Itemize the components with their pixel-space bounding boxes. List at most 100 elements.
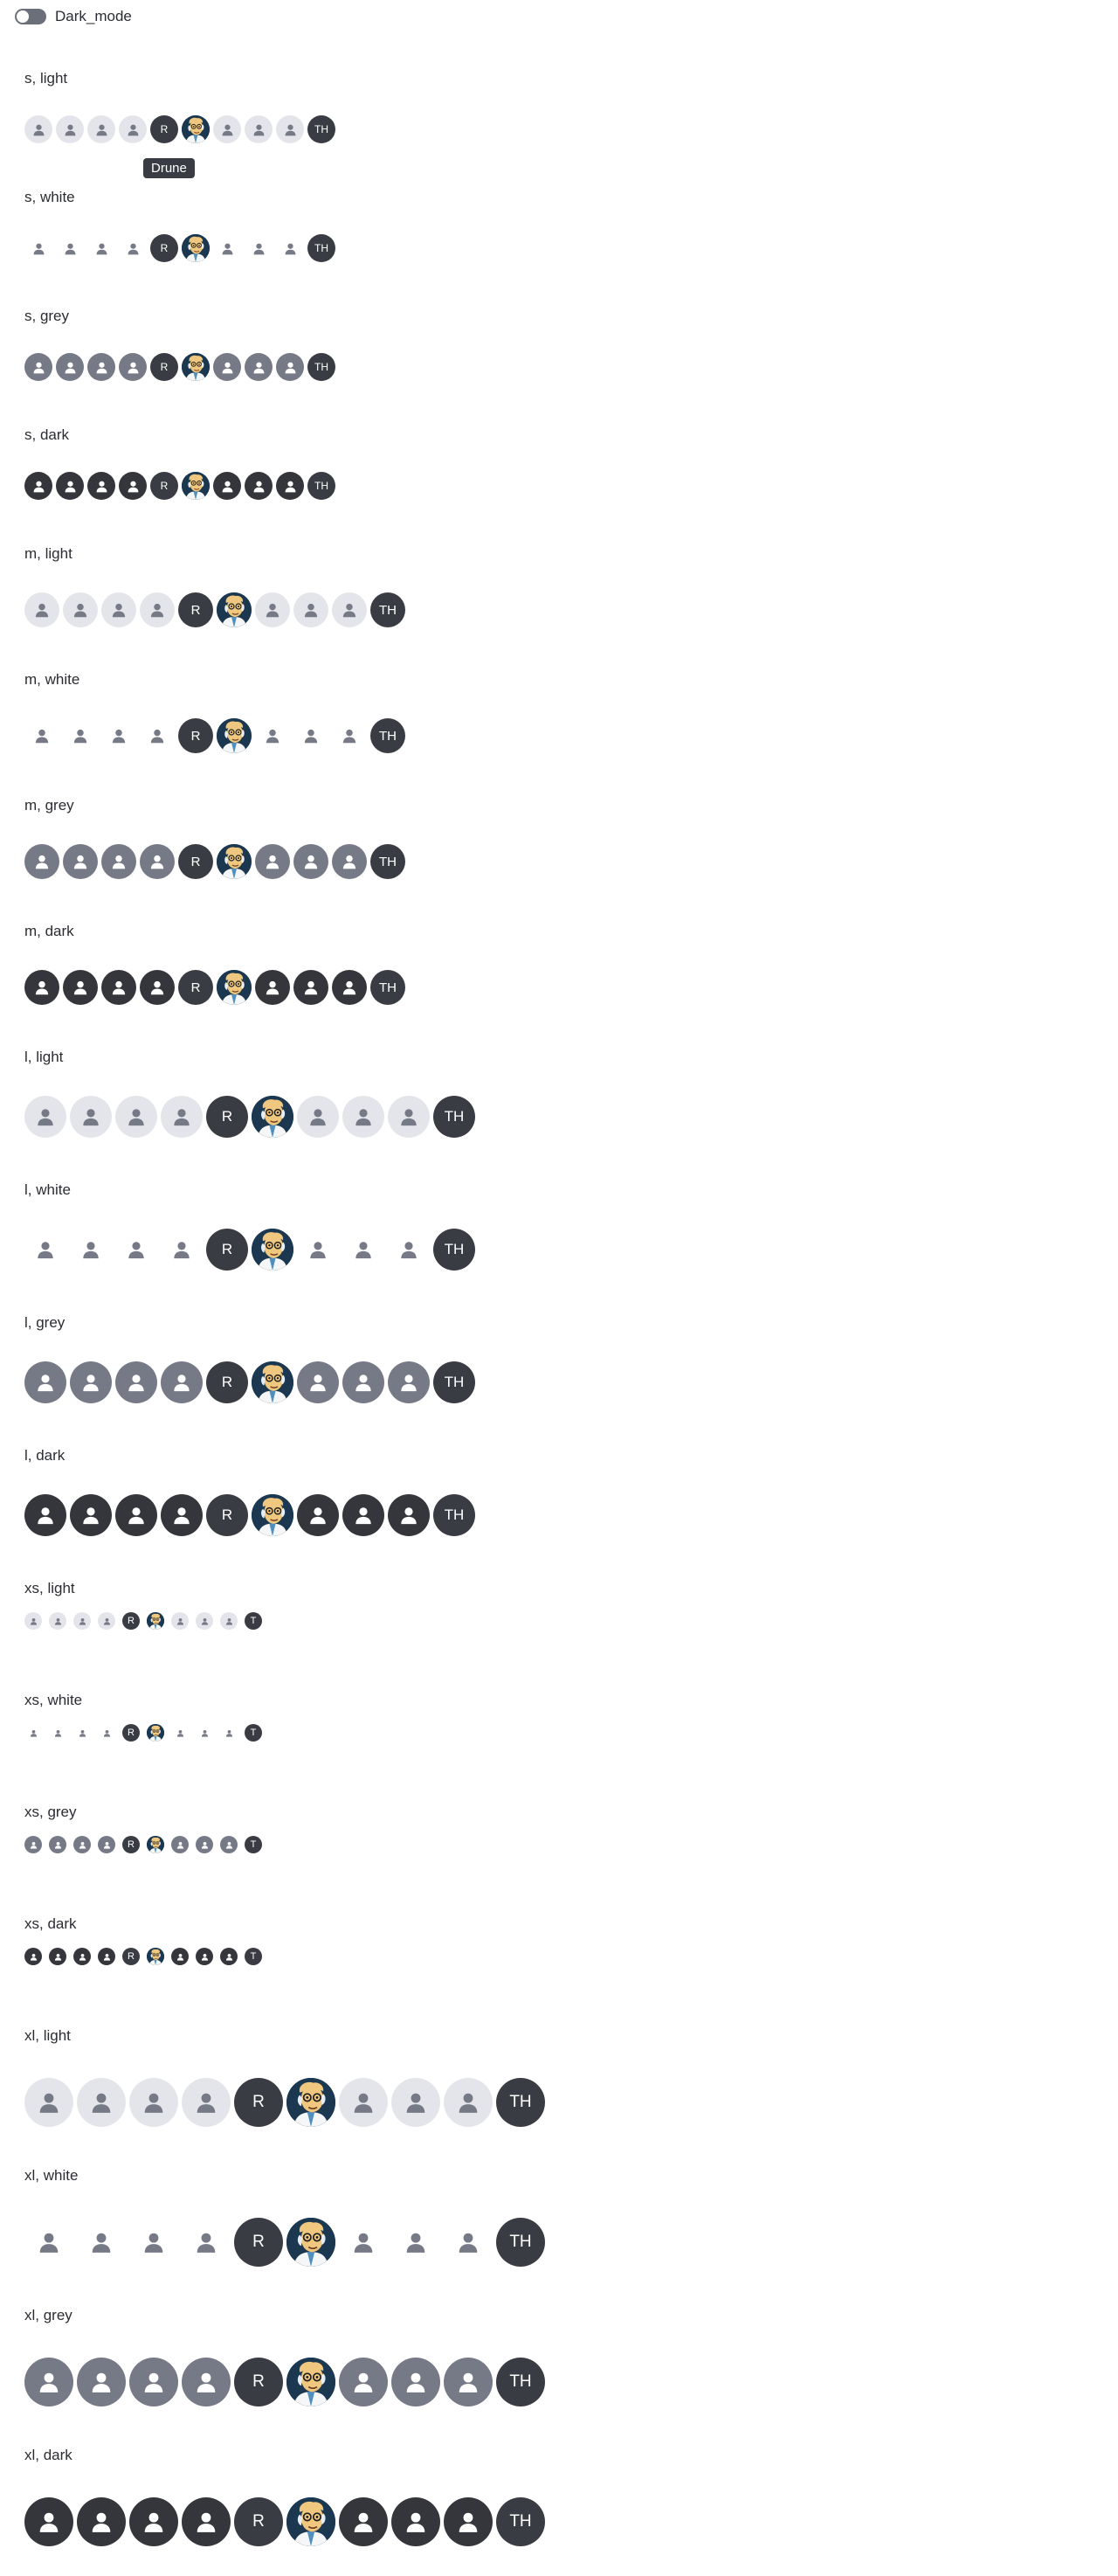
avatar-placeholder[interactable]	[49, 1612, 66, 1630]
avatar-image[interactable]	[252, 1096, 293, 1138]
avatar-initials[interactable]: TH	[370, 970, 405, 1005]
avatar-placeholder[interactable]	[140, 718, 175, 753]
avatar-placeholder[interactable]	[24, 353, 52, 381]
avatar-placeholder[interactable]	[255, 970, 290, 1005]
avatar-placeholder[interactable]	[98, 1612, 115, 1630]
avatar-placeholder[interactable]	[339, 2078, 388, 2127]
avatar-image[interactable]	[252, 1494, 293, 1536]
avatar-placeholder[interactable]	[297, 1494, 339, 1536]
avatar-initials[interactable]: TH	[307, 353, 335, 381]
avatar-placeholder[interactable]	[276, 234, 304, 262]
avatar-placeholder[interactable]	[87, 234, 115, 262]
avatar-placeholder[interactable]	[444, 2078, 493, 2127]
avatar-placeholder[interactable]	[98, 1836, 115, 1853]
avatar-placeholder[interactable]	[213, 234, 241, 262]
avatar-initials[interactable]: TH	[307, 472, 335, 500]
avatar-placeholder[interactable]	[297, 1361, 339, 1403]
avatar-placeholder[interactable]	[171, 1724, 189, 1742]
avatar-placeholder[interactable]	[24, 592, 59, 627]
avatar-placeholder[interactable]	[182, 2497, 231, 2546]
avatar-image[interactable]	[182, 472, 210, 500]
avatar-placeholder[interactable]	[56, 472, 84, 500]
avatar-placeholder[interactable]	[24, 234, 52, 262]
avatar-placeholder[interactable]	[101, 970, 136, 1005]
avatar-placeholder[interactable]	[24, 970, 59, 1005]
avatar-initials[interactable]: R	[234, 2497, 283, 2546]
avatar-placeholder[interactable]	[24, 2358, 73, 2406]
avatar-placeholder[interactable]	[119, 472, 147, 500]
avatar-placeholder[interactable]	[129, 2358, 178, 2406]
avatar-initials[interactable]: TH	[370, 718, 405, 753]
avatar-placeholder[interactable]	[101, 844, 136, 879]
avatar-placeholder[interactable]	[293, 844, 328, 879]
avatar-image[interactable]	[286, 2078, 335, 2127]
avatar-placeholder[interactable]	[220, 1948, 238, 1965]
avatar-placeholder[interactable]	[101, 592, 136, 627]
avatar-image[interactable]	[182, 115, 210, 143]
avatar-initials[interactable]: TH	[496, 2358, 545, 2406]
avatar-initials[interactable]: R	[150, 353, 178, 381]
avatar-placeholder[interactable]	[161, 1494, 203, 1536]
avatar-placeholder[interactable]	[73, 1612, 91, 1630]
avatar-placeholder[interactable]	[129, 2078, 178, 2127]
avatar-placeholder[interactable]	[332, 592, 367, 627]
avatar-placeholder[interactable]	[24, 1836, 42, 1853]
avatar-initials[interactable]: R	[206, 1229, 248, 1271]
avatar-image[interactable]	[252, 1229, 293, 1271]
avatar-image[interactable]	[182, 353, 210, 381]
avatar-initials[interactable]: TH	[433, 1229, 475, 1271]
avatar-placeholder[interactable]	[213, 472, 241, 500]
avatar-placeholder[interactable]	[171, 1612, 189, 1630]
avatar-placeholder[interactable]	[70, 1494, 112, 1536]
avatar-placeholder[interactable]	[293, 718, 328, 753]
avatar-initials[interactable]: TH	[370, 592, 405, 627]
avatar-placeholder[interactable]	[332, 844, 367, 879]
avatar-placeholder[interactable]	[77, 2497, 126, 2546]
avatar-placeholder[interactable]	[98, 1948, 115, 1965]
avatar-placeholder[interactable]	[161, 1096, 203, 1138]
avatar-placeholder[interactable]	[63, 844, 98, 879]
avatar-placeholder[interactable]	[342, 1229, 384, 1271]
avatar-initials[interactable]: R	[234, 2358, 283, 2406]
avatar-placeholder[interactable]	[70, 1229, 112, 1271]
avatar-placeholder[interactable]	[171, 1948, 189, 1965]
avatar-placeholder[interactable]	[196, 1612, 213, 1630]
avatar-placeholder[interactable]	[196, 1836, 213, 1853]
avatar-initials[interactable]: R	[150, 472, 178, 500]
avatar-initials[interactable]: R	[206, 1361, 248, 1403]
avatar-placeholder[interactable]	[444, 2358, 493, 2406]
avatar-placeholder[interactable]	[87, 115, 115, 143]
avatar-initials[interactable]: R	[206, 1494, 248, 1536]
avatar-placeholder[interactable]	[24, 844, 59, 879]
avatar-placeholder[interactable]	[24, 1361, 66, 1403]
avatar-placeholder[interactable]	[56, 115, 84, 143]
avatar-placeholder[interactable]	[293, 592, 328, 627]
avatar-initials[interactable]: R	[178, 592, 213, 627]
avatar-placeholder[interactable]	[388, 1096, 430, 1138]
avatar-placeholder[interactable]	[77, 2358, 126, 2406]
avatar-placeholder[interactable]	[73, 1836, 91, 1853]
avatar-placeholder[interactable]	[293, 970, 328, 1005]
avatar-placeholder[interactable]	[182, 2078, 231, 2127]
avatar-placeholder[interactable]	[115, 1494, 157, 1536]
avatar-initials[interactable]: TH	[307, 115, 335, 143]
avatar-initials[interactable]: TH	[496, 2497, 545, 2546]
avatar-placeholder[interactable]	[115, 1229, 157, 1271]
avatar-placeholder[interactable]	[339, 2218, 388, 2267]
avatar-placeholder[interactable]	[24, 2218, 73, 2267]
avatar-placeholder[interactable]	[73, 1948, 91, 1965]
avatar-initials[interactable]: TH	[496, 2218, 545, 2267]
avatar-image[interactable]	[147, 1948, 164, 1965]
avatar-placeholder[interactable]	[276, 115, 304, 143]
avatar-placeholder[interactable]	[24, 1724, 42, 1742]
avatar-placeholder[interactable]	[161, 1229, 203, 1271]
avatar-placeholder[interactable]	[77, 2218, 126, 2267]
avatar-image[interactable]	[147, 1612, 164, 1630]
avatar-image[interactable]	[217, 970, 252, 1005]
avatar-initials[interactable]: R	[150, 234, 178, 262]
avatar-placeholder[interactable]	[342, 1361, 384, 1403]
avatar-placeholder[interactable]	[444, 2497, 493, 2546]
avatar-initials[interactable]: R	[178, 970, 213, 1005]
avatar-placeholder[interactable]	[24, 1494, 66, 1536]
avatar-initials[interactable]: R	[150, 115, 178, 143]
